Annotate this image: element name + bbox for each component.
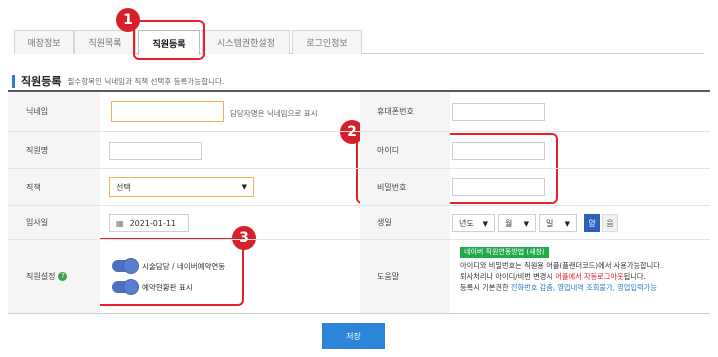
birth-year-value: 년도 [459, 218, 474, 228]
help-line-2: 퇴사처리나 아이디/비번 변경시 어플에서 자동로그아웃됩니다. [460, 271, 705, 282]
nickname-input[interactable] [111, 101, 224, 122]
toggle-knob [124, 259, 138, 273]
help-line-3: 등록시 기본권한 전화번호 감춤, 영업내역 조회불가, 영업입력가능 [460, 282, 705, 293]
tab-staff-list[interactable]: 직원목록 [74, 30, 136, 54]
password-input[interactable] [452, 178, 545, 196]
tab-label: 시스템권한설정 [217, 39, 275, 49]
toggle-reservation-board-label: 예약현황판 표시 [142, 283, 193, 292]
position-label: 직책 [8, 169, 100, 205]
section-note: 필수항목인 닉네임과 직책 선택후 등록가능합니다. [67, 76, 225, 86]
name-label: 직원명 [8, 132, 100, 168]
help-label: 도움말 [360, 240, 450, 313]
tab-label: 로그인정보 [306, 39, 348, 49]
page-title: 직원등록 [21, 75, 62, 88]
form-row-name: 직원명 아이디 [8, 132, 710, 169]
name-input[interactable] [109, 142, 202, 160]
badge-number: 1 [123, 12, 133, 28]
nickname-label: 닉네임 [8, 92, 100, 131]
help-line-2-tail: 됩니다. [623, 272, 646, 281]
staff-setting-label: 직원설정 ? [8, 240, 100, 313]
tab-bar: 매장정보 직원목록 직원등록 시스템권한설정 로그인정보 [14, 30, 704, 55]
help-line-2-text: 퇴사처리나 아이디/비번 변경시 [460, 272, 556, 281]
chevron-down-icon: ▼ [482, 220, 488, 228]
calendar-lunar-toggle[interactable]: 음 [602, 214, 618, 232]
nickname-hint: 담당자명은 닉네임으로 표시 [230, 109, 318, 118]
help-text: 네이버 직원연동방법 (새창) 아이디와 비밀번호는 직원용 어플(플랜더코드)… [460, 246, 705, 293]
password-label: 비밀번호 [360, 169, 450, 205]
tab-label: 매장정보 [27, 39, 61, 49]
birth-day-select[interactable]: 일 ▼ [539, 214, 577, 232]
position-select[interactable]: 선택 ▼ [109, 177, 254, 197]
tab-system-permission[interactable]: 시스템권한설정 [202, 30, 290, 54]
tab-staff-register[interactable]: 직원등록 [138, 30, 200, 55]
chevron-down-icon: ▼ [523, 220, 529, 228]
position-select-value: 선택 [116, 182, 131, 192]
chevron-down-icon: ▼ [241, 183, 247, 191]
birth-year-select[interactable]: 년도 ▼ [452, 214, 495, 232]
help-line-1: 아이디와 비밀번호는 직원용 어플(플랜더코드)에서 사용가능합니다. [460, 261, 663, 270]
toggle-naver-booking[interactable] [112, 259, 138, 273]
form-row-position: 직책 선택 ▼ 비밀번호 [8, 169, 710, 206]
heading-accent-bar [12, 74, 15, 88]
naver-link-guide-tag[interactable]: 네이버 직원연동방법 (새창) [460, 247, 549, 258]
help-line-3-permissions: 전화번호 감춤, 영업내역 조회불가, 영업입력가능 [510, 283, 657, 292]
calendar-icon: ▦ [116, 218, 124, 228]
section-heading: 직원등록 필수항목인 닉네임과 직책 선택후 등록가능합니다. [12, 73, 224, 89]
phone-label: 휴대폰번호 [360, 92, 450, 131]
toggle-reservation-board[interactable] [112, 280, 138, 294]
staff-register-form: 닉네임 담당자명은 닉네임으로 표시 휴대폰번호 직원명 아이디 직책 선택 ▼… [8, 90, 710, 314]
id-input[interactable] [452, 142, 545, 160]
tab-login-info[interactable]: 로그인정보 [292, 30, 362, 54]
id-label: 아이디 [360, 132, 450, 168]
form-row-staff-setting: 직원설정 ? 시술담당 / 네이버예약연동 예약현황판 표시 도움말 네이버 직… [8, 240, 710, 314]
birthday-label: 생일 [360, 206, 450, 239]
phone-input[interactable] [452, 103, 545, 121]
annotation-badge-1: 1 [116, 8, 140, 32]
hire-date-label: 입사일 [8, 206, 100, 239]
staff-setting-label-text: 직원설정 [26, 272, 56, 281]
help-question-icon[interactable]: ? [58, 272, 68, 281]
hire-date-value: 2021-01-11 [129, 218, 177, 228]
save-button[interactable]: 저장 [322, 323, 385, 349]
tab-label: 직원등록 [152, 39, 186, 50]
birth-day-value: 일 [546, 218, 554, 228]
form-row-hire-date: 입사일 ▦ 2021-01-11 생일 년도 ▼ 월 ▼ 일 ▼ 양 음 [8, 206, 710, 240]
help-line-2-highlight: 어플에서 자동로그아웃 [555, 272, 624, 281]
form-row-nickname: 닉네임 담당자명은 닉네임으로 표시 휴대폰번호 [8, 92, 710, 132]
tab-label: 직원목록 [88, 39, 122, 49]
hire-date-input[interactable]: ▦ 2021-01-11 [109, 214, 189, 232]
tab-store-info[interactable]: 매장정보 [14, 30, 74, 54]
chevron-down-icon: ▼ [564, 220, 570, 228]
help-line-3-text: 등록시 기본권한 [460, 283, 511, 292]
birth-month-select[interactable]: 월 ▼ [498, 214, 536, 232]
toggle-naver-booking-label: 시술담당 / 네이버예약연동 [142, 262, 226, 271]
calendar-solar-toggle[interactable]: 양 [584, 214, 600, 232]
birth-month-value: 월 [505, 218, 513, 228]
toggle-knob [124, 280, 138, 294]
